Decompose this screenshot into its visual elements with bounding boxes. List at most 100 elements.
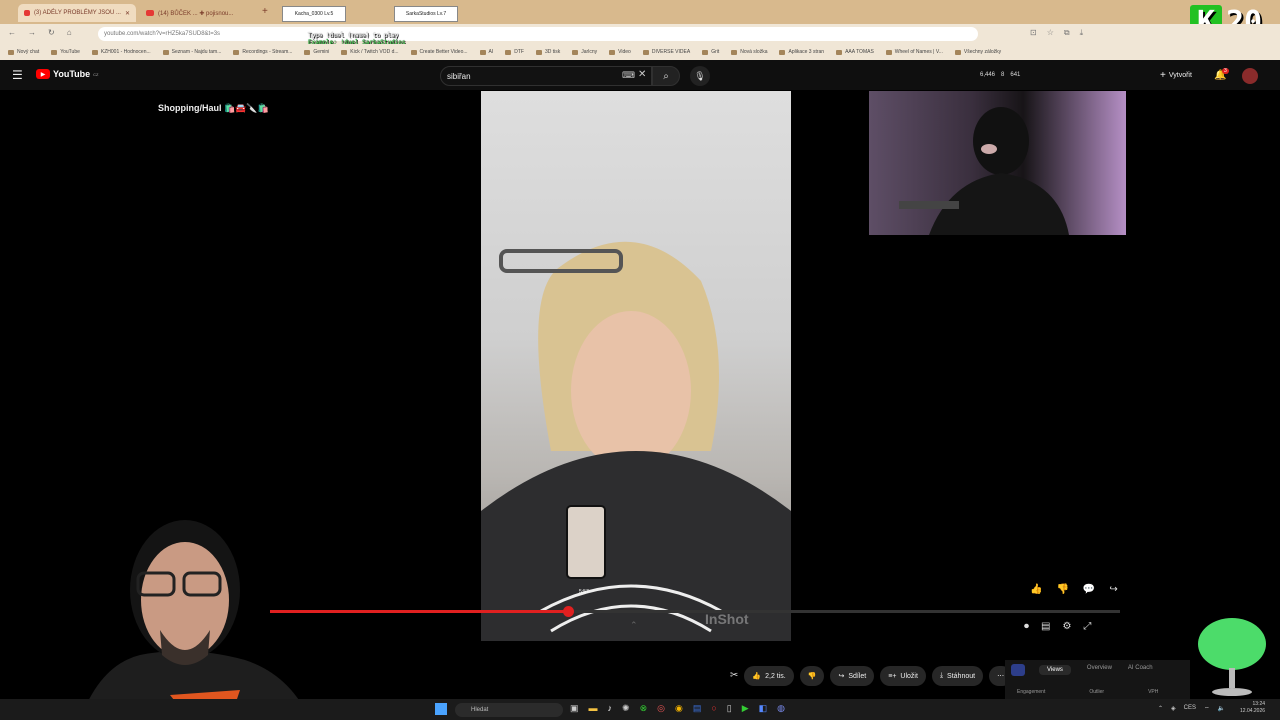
- bookmark-label: AAA TOMAS: [845, 49, 874, 55]
- extension-icon[interactable]: ⧉: [1064, 28, 1070, 38]
- player-icon[interactable]: ▶: [742, 703, 749, 714]
- video-player[interactable]: InShot 5:57: [481, 91, 791, 641]
- tiktok-icon[interactable]: ♪: [608, 703, 613, 714]
- language-indicator[interactable]: CES: [1184, 705, 1196, 713]
- forward-icon[interactable]: →: [28, 28, 36, 37]
- tab-ai-coach[interactable]: AI Coach: [1128, 665, 1153, 675]
- install-icon[interactable]: ⊡: [1030, 28, 1037, 38]
- app-icon[interactable]: ◎: [657, 703, 665, 714]
- url-field[interactable]: youtube.com/watch?v=rHZ5ka7SUD8&t=3s: [98, 27, 978, 41]
- reload-icon[interactable]: ↻: [48, 28, 55, 37]
- bookmark-item[interactable]: Jarlcny: [572, 49, 597, 55]
- bookmark-item[interactable]: Recordings - Stream...: [233, 49, 292, 55]
- like-button[interactable]: 👍 2,2 tis.: [744, 666, 794, 686]
- folder-icon: [51, 49, 58, 55]
- facecam-frame: [80, 520, 310, 720]
- new-tab-button[interactable]: +: [262, 6, 268, 17]
- youtube-logo[interactable]: ▶ YouTube CZ: [36, 69, 99, 79]
- bookmark-item[interactable]: AAA TOMAS: [836, 49, 874, 55]
- like-icon[interactable]: 👍: [1030, 584, 1042, 595]
- taskbar-search[interactable]: Hledat: [455, 703, 563, 717]
- tab-active[interactable]: (3) ADÉLY PROBLÉMY JSOU ... ✕: [18, 4, 136, 22]
- bookmark-item[interactable]: Gemini: [304, 49, 329, 55]
- clock-date: 12.04.2026: [1240, 708, 1266, 714]
- bookmark-item[interactable]: Create Better Video...: [410, 49, 468, 55]
- dislike-icon[interactable]: 👎: [1056, 584, 1068, 595]
- notepad-icon[interactable]: ▯: [727, 703, 732, 714]
- voice-search-button[interactable]: 🎙: [690, 66, 710, 86]
- fullscreen-icon[interactable]: ⤢: [1083, 621, 1091, 632]
- star-icon[interactable]: ☆: [1047, 28, 1054, 38]
- download-button[interactable]: ⤓ Stáhnout: [931, 666, 984, 686]
- shorts-actions: 👍 👎 💬 ↪: [1030, 584, 1118, 595]
- search-input[interactable]: sibiřan: [440, 66, 652, 86]
- comment-icon[interactable]: 💬: [1083, 584, 1095, 595]
- keyboard-icon[interactable]: ⌨: [622, 70, 635, 81]
- autoplay-toggle[interactable]: ⏺: [1024, 621, 1029, 632]
- task-view-icon[interactable]: ▣: [570, 703, 579, 714]
- bookmark-item[interactable]: Všechny záložky: [954, 49, 1001, 55]
- dislike-button[interactable]: 👎: [799, 666, 825, 686]
- youtube-favicon-icon: [24, 10, 30, 16]
- tab-views[interactable]: Views: [1039, 665, 1071, 675]
- bookmark-item[interactable]: Kick / Twitch VOD d...: [341, 49, 399, 55]
- paint-icon[interactable]: ◧: [759, 703, 768, 714]
- back-icon[interactable]: ←: [8, 28, 16, 37]
- bookmark-item[interactable]: Wheel of Names | V...: [885, 49, 943, 55]
- avatar[interactable]: [1242, 68, 1258, 84]
- subtitles-icon[interactable]: ▤: [1041, 621, 1050, 632]
- home-icon[interactable]: ⌂: [67, 28, 72, 37]
- clock[interactable]: 13:24 12.04.2026: [1240, 701, 1265, 715]
- chevron-up-icon[interactable]: ⌃: [1158, 705, 1163, 713]
- chatgpt-icon[interactable]: ✺: [622, 703, 630, 714]
- clear-search-icon[interactable]: ✕: [638, 69, 646, 80]
- gamepad-icon[interactable]: ◈: [1171, 705, 1176, 713]
- xbox-icon[interactable]: ⊗: [640, 703, 648, 714]
- extension-tabs: Views Overview AI Coach: [1039, 665, 1153, 675]
- progress-scrubber[interactable]: [562, 606, 574, 617]
- bookmark-item[interactable]: DTF: [505, 49, 524, 55]
- bookmark-label: Video: [618, 49, 631, 55]
- chevron-up-icon[interactable]: ⌃: [630, 620, 638, 631]
- chrome-icon[interactable]: ◉: [675, 703, 683, 714]
- save-button[interactable]: ≡+ Uložit: [880, 666, 926, 686]
- bookmark-item[interactable]: YouTube: [51, 49, 80, 55]
- bookmark-item[interactable]: Video: [609, 49, 631, 55]
- menu-icon[interactable]: ☰: [12, 68, 23, 82]
- download-icon[interactable]: ⤓: [1080, 28, 1084, 38]
- bookmark-label: YouTube: [60, 49, 80, 55]
- file-explorer-icon[interactable]: ▬: [589, 703, 598, 714]
- word-icon[interactable]: ▤: [693, 703, 702, 714]
- tab-overview[interactable]: Overview: [1087, 665, 1112, 675]
- discord-icon[interactable]: ◍: [777, 703, 785, 714]
- share-button[interactable]: ↪ Sdílet: [830, 666, 875, 686]
- bookmark-item[interactable]: Nový chat: [8, 49, 39, 55]
- share-icon[interactable]: ↪: [1109, 584, 1117, 595]
- wifi-icon: ⌔: [1204, 707, 1210, 713]
- progress-fill: [270, 610, 568, 613]
- folder-icon: [609, 49, 616, 55]
- bookmark-item[interactable]: 3D tisk: [536, 49, 560, 55]
- bookmark-label: Grit: [711, 49, 720, 55]
- search-button[interactable]: ⌕: [652, 66, 680, 86]
- bookmark-item[interactable]: Aplikace 3 stran: [779, 49, 824, 55]
- bookmark-item[interactable]: Nová složka: [731, 49, 767, 55]
- tab-2[interactable]: (14) BŮČEK ... ✚ pojisnou...: [140, 4, 260, 22]
- clip-icon[interactable]: ✂: [730, 666, 738, 686]
- bookmark-item[interactable]: KZH001 - Hodnocen...: [91, 49, 151, 55]
- extension-logo-icon: [1011, 664, 1025, 676]
- inset-time: 5:57: [579, 589, 589, 595]
- glass-icon: [1198, 618, 1266, 696]
- opera-icon[interactable]: ○: [711, 703, 716, 714]
- settings-icon[interactable]: ⚙: [1062, 621, 1071, 632]
- thumbs-up-icon: 👍: [752, 673, 762, 680]
- bookmark-item[interactable]: AI: [479, 49, 493, 55]
- volume-icon[interactable]: 🔈: [1218, 705, 1225, 713]
- bookmark-item[interactable]: DIVERSE VIDEA: [642, 49, 690, 55]
- start-icon[interactable]: [435, 703, 447, 715]
- bookmark-item[interactable]: Grit: [702, 49, 719, 55]
- create-button[interactable]: + Vytvořit: [1160, 70, 1192, 81]
- bookmark-item[interactable]: Seznam - Najdu tam...: [162, 49, 221, 55]
- close-icon[interactable]: ✕: [125, 10, 130, 17]
- nav-buttons: ← → ↻ ⌂: [8, 28, 72, 37]
